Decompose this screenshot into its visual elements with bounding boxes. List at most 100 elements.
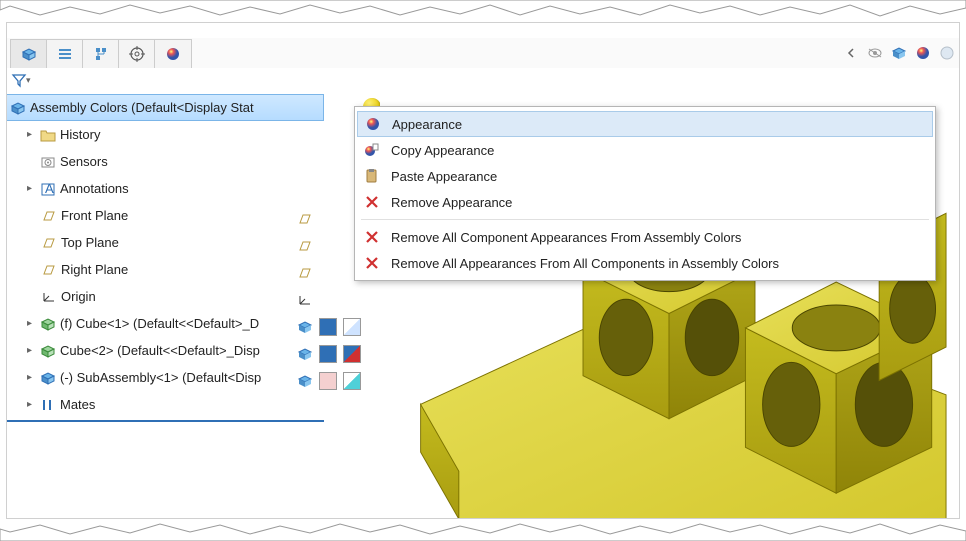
part-icon-small[interactable] <box>296 319 313 336</box>
plane-icon <box>40 207 57 224</box>
tree-label: Cube<2> (Default<<Default>_Disp <box>60 343 260 358</box>
origin-icon-small[interactable] <box>296 292 313 309</box>
expand-icon[interactable]: ▸ <box>24 318 35 329</box>
display-mode-icon[interactable] <box>890 44 908 62</box>
expand-icon[interactable]: ▸ <box>24 129 35 140</box>
mates-icon <box>39 396 56 413</box>
dropdown-caret-icon[interactable]: ▾ <box>26 75 31 86</box>
expand-icon[interactable]: ▸ <box>24 183 35 194</box>
svg-text:A: A <box>45 182 54 196</box>
remove-x-icon <box>363 254 381 272</box>
manager-tabs <box>10 39 192 68</box>
appearance-cell[interactable] <box>343 345 361 363</box>
appearance-cell[interactable] <box>343 318 361 336</box>
configuration-manager-tab[interactable] <box>83 40 119 68</box>
filter-row: ▾ <box>10 68 31 92</box>
appearance-sphere-icon <box>165 45 182 62</box>
tree-label: History <box>60 127 100 142</box>
menu-remove-appearance[interactable]: Remove Appearance <box>355 189 935 215</box>
menu-appearance[interactable]: Appearance <box>357 111 933 137</box>
origin-column <box>296 288 313 312</box>
appearance-sphere-icon <box>364 115 382 133</box>
tree-label: Right Plane <box>61 262 128 277</box>
tree-right-plane[interactable]: Right Plane <box>6 256 324 283</box>
component-columns-cube2 <box>296 342 361 366</box>
tree-mates[interactable]: ▸ Mates <box>6 391 324 418</box>
tree-label: Assembly Colors (Default<Display Stat <box>30 100 254 115</box>
tree-label: Annotations <box>60 181 129 196</box>
tree-cube2[interactable]: ▸ Cube<2> (Default<<Default>_Disp <box>6 337 324 364</box>
property-manager-tab[interactable] <box>47 40 83 68</box>
menu-label: Remove Appearance <box>391 195 512 210</box>
remove-x-icon <box>363 228 381 246</box>
tree-label: (-) SubAssembly<1> (Default<Disp <box>60 370 261 385</box>
menu-paste-appearance[interactable]: Paste Appearance <box>355 163 935 189</box>
expand-icon[interactable]: ▸ <box>24 399 35 410</box>
plane-column-top <box>296 234 313 258</box>
tree-sensors[interactable]: ▸ Sensors <box>6 148 324 175</box>
dimxpert-manager-tab[interactable] <box>119 40 155 68</box>
plane-icon-small[interactable] <box>296 211 313 228</box>
feature-manager-toolbar <box>6 38 960 68</box>
menu-remove-all-all[interactable]: Remove All Appearances From All Componen… <box>355 250 935 276</box>
collapse-icon[interactable] <box>842 44 860 62</box>
folder-icon <box>39 126 56 143</box>
plane-icon <box>40 234 57 251</box>
display-mode-cell[interactable] <box>319 372 337 390</box>
transparency-icon[interactable] <box>938 44 956 62</box>
sensors-icon <box>39 153 56 170</box>
plane-icon <box>40 261 57 278</box>
display-manager-tab[interactable] <box>155 40 191 68</box>
assembly-icon-small[interactable] <box>296 373 313 390</box>
menu-label: Copy Appearance <box>391 143 494 158</box>
tree-cube1[interactable]: ▸ (f) Cube<1> (Default<<Default>_D <box>6 310 324 337</box>
plane-column-right <box>296 261 313 285</box>
part-icon <box>39 342 56 359</box>
menu-label: Remove All Component Appearances From As… <box>391 230 741 245</box>
menu-label: Appearance <box>392 117 462 132</box>
tree-origin[interactable]: Origin <box>6 283 324 310</box>
tree-label: Sensors <box>60 154 108 169</box>
expand-icon[interactable]: ▸ <box>24 345 35 356</box>
list-icon <box>56 45 73 62</box>
hide-show-icon[interactable] <box>866 44 884 62</box>
tree-root-assembly[interactable]: Assembly Colors (Default<Display Stat <box>6 94 324 121</box>
tree-top-plane[interactable]: Top Plane <box>6 229 324 256</box>
torn-edge-top <box>0 0 966 22</box>
assembly-icon <box>9 99 26 116</box>
display-mode-cell[interactable] <box>319 318 337 336</box>
menu-copy-appearance[interactable]: Copy Appearance <box>355 137 935 163</box>
tree-label: (f) Cube<1> (Default<<Default>_D <box>60 316 259 331</box>
tree-label: Front Plane <box>61 208 128 223</box>
plane-icon-small[interactable] <box>296 265 313 282</box>
assembly-icon <box>20 45 37 62</box>
expand-icon[interactable]: ▸ <box>24 372 35 383</box>
plane-column-front <box>296 207 313 231</box>
assembly-icon <box>39 369 56 386</box>
origin-icon <box>40 288 57 305</box>
tree-front-plane[interactable]: Front Plane <box>6 202 324 229</box>
appearance-context-menu: Appearance Copy Appearance Paste Appeara… <box>354 106 936 281</box>
part-icon <box>39 315 56 332</box>
plane-icon-small[interactable] <box>296 238 313 255</box>
tree-history[interactable]: ▸ History <box>6 121 324 148</box>
tree-subassembly[interactable]: ▸ (-) SubAssembly<1> (Default<Disp <box>6 364 324 391</box>
tree-label: Origin <box>61 289 96 304</box>
annotations-icon: A <box>39 180 56 197</box>
feature-manager-tab[interactable] <box>11 40 47 68</box>
appearance-icon[interactable] <box>914 44 932 62</box>
display-toggles <box>842 44 956 62</box>
tree-separator <box>6 420 324 422</box>
target-icon <box>128 45 145 62</box>
feature-tree: Assembly Colors (Default<Display Stat ▸ … <box>6 94 324 519</box>
menu-separator <box>361 219 929 220</box>
menu-label: Paste Appearance <box>391 169 497 184</box>
paste-appearance-icon <box>363 167 381 185</box>
component-columns-cube1 <box>296 315 361 339</box>
appearance-cell[interactable] <box>343 372 361 390</box>
display-mode-cell[interactable] <box>319 345 337 363</box>
copy-appearance-icon <box>363 141 381 159</box>
part-icon-small[interactable] <box>296 346 313 363</box>
menu-remove-all-component[interactable]: Remove All Component Appearances From As… <box>355 224 935 250</box>
tree-annotations[interactable]: ▸ A Annotations <box>6 175 324 202</box>
